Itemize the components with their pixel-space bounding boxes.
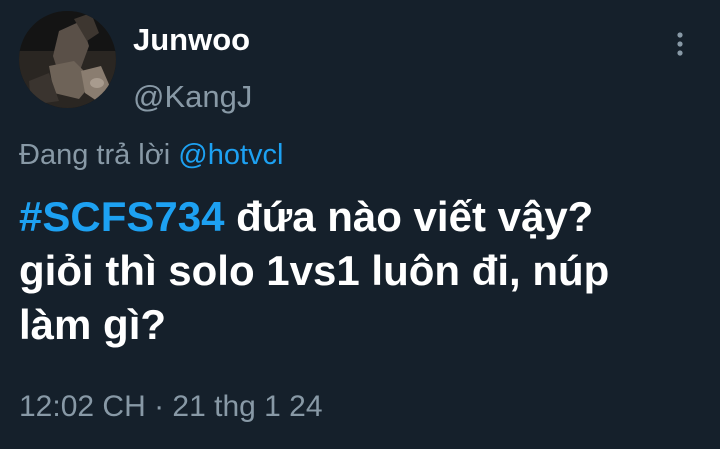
tweet-text-line: giỏi thì solo 1vs1 luôn đi, núp (19, 247, 610, 294)
tweet-text-segment: đứa nào viết vậy? (236, 193, 594, 240)
tweet-text-line: làm gì? (19, 301, 167, 348)
reply-mention-link[interactable]: @hotvcl (178, 139, 283, 171)
avatar[interactable] (19, 11, 116, 108)
tweet: Junwoo @KangJ Đang trả lời @hotvcl #SCFS… (0, 0, 720, 449)
replying-to-label: Đang trả lời (19, 139, 171, 171)
replying-to: Đang trả lời @hotvcl (19, 136, 283, 174)
display-name[interactable]: Junwoo (133, 20, 250, 60)
tweet-timestamp[interactable]: 12:02 CH · 21 thg 1 24 (19, 387, 323, 427)
avatar-photo (19, 11, 116, 108)
more-options-button[interactable] (666, 26, 694, 62)
tweet-text: #SCFS734 đứa nào viết vậy? giỏi thì solo… (19, 190, 699, 352)
more-vertical-icon (677, 32, 683, 56)
hashtag-link[interactable]: #SCFS734 (19, 193, 224, 240)
tweet-text-line: #SCFS734 đứa nào viết vậy? (19, 190, 699, 244)
user-handle[interactable]: @KangJ (133, 77, 252, 117)
